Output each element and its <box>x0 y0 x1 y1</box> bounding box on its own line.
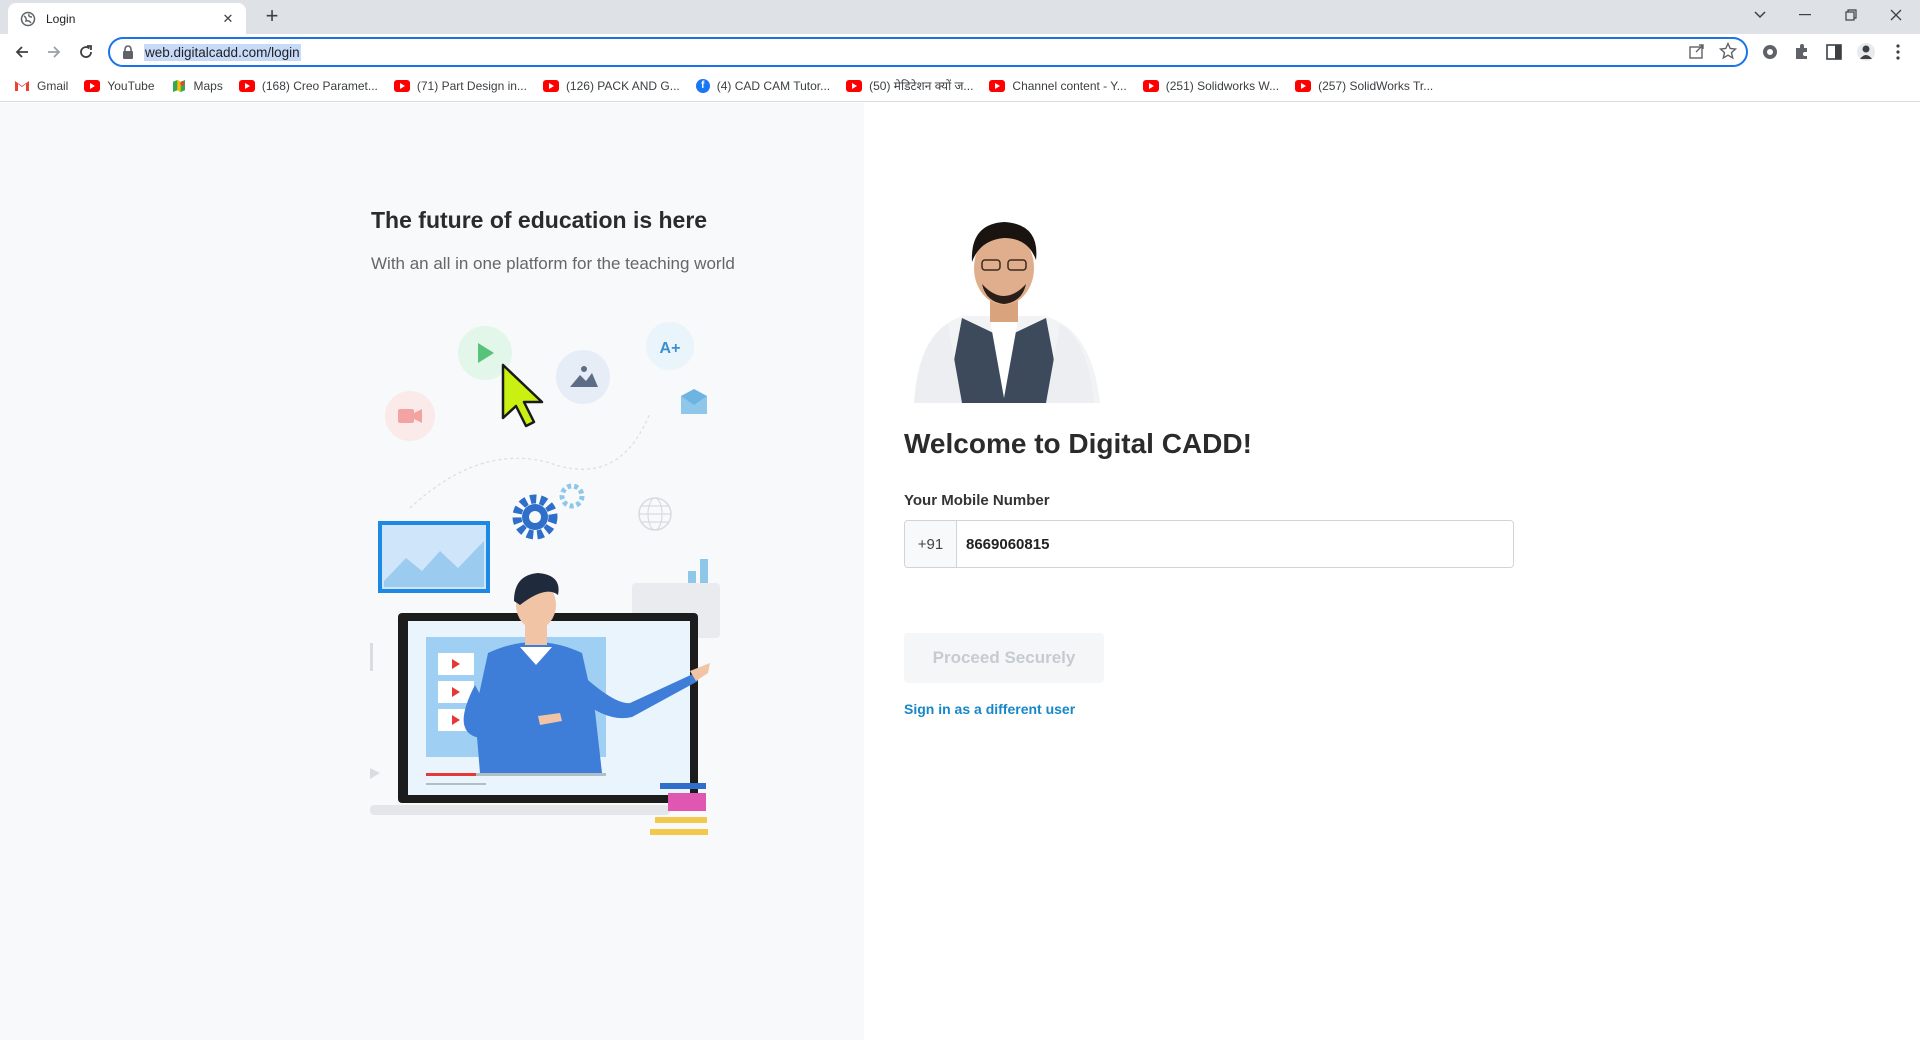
mobile-number-label: Your Mobile Number <box>904 492 1050 509</box>
youtube-icon <box>989 79 1006 92</box>
country-code: +91 <box>905 521 957 567</box>
profile-avatar-icon[interactable] <box>1856 42 1876 62</box>
url-text[interactable]: web.digitalcadd.com/login <box>144 43 301 61</box>
tab-title: Login <box>46 11 76 26</box>
minimize-icon[interactable] <box>1783 0 1827 30</box>
youtube-icon <box>1295 79 1312 92</box>
mouse-cursor-icon <box>501 363 544 428</box>
browser-tab[interactable]: Login ✕ <box>8 3 246 34</box>
gear-icon <box>512 483 585 540</box>
image-bubble-icon <box>556 350 610 404</box>
bookmark-channel-content[interactable]: Channel content - Y... <box>989 79 1127 93</box>
envelope-icon <box>681 389 707 414</box>
new-tab-button[interactable]: + <box>260 5 284 29</box>
hero-title: The future of education is here <box>371 207 708 233</box>
share-icon[interactable] <box>1688 42 1706 60</box>
bookmark-solidworks-tr[interactable]: (257) SolidWorks Tr... <box>1295 79 1433 93</box>
youtube-icon <box>846 79 863 92</box>
extensions-puzzle-icon[interactable] <box>1792 42 1812 62</box>
instructor-photo <box>904 208 1104 403</box>
mobile-number-input[interactable] <box>957 521 1513 567</box>
mobile-number-group: +91 <box>904 520 1514 568</box>
login-panel: Welcome to Digital CADD! Your Mobile Num… <box>864 103 1920 1040</box>
bookmark-gmail[interactable]: Gmail <box>14 79 68 93</box>
browser-toolbar: web.digitalcadd.com/login <box>0 34 1920 70</box>
browser-tab-strip: Login ✕ + <box>0 0 1920 34</box>
back-icon[interactable] <box>10 40 34 64</box>
gmail-icon <box>15 80 29 91</box>
education-illustration: A+ <box>370 322 720 835</box>
extension-shield-icon[interactable] <box>1760 42 1780 62</box>
browser-menu-icon[interactable] <box>1888 42 1908 62</box>
bookmark-star-icon[interactable] <box>1719 42 1737 60</box>
bookmarks-bar: Gmail YouTube Maps (168) Creo Paramet...… <box>0 70 1920 102</box>
bookmark-cad-cam[interactable]: f (4) CAD CAM Tutor... <box>695 78 830 93</box>
video-camera-icon <box>385 391 435 441</box>
youtube-icon <box>84 79 101 92</box>
youtube-icon <box>1142 79 1159 92</box>
bookmark-pack-and-go[interactable]: (126) PACK AND G... <box>542 79 680 93</box>
forward-icon[interactable] <box>42 40 66 64</box>
sign-in-different-user-link[interactable]: Sign in as a different user <box>904 701 1075 717</box>
facebook-icon: f <box>695 78 710 93</box>
globe-icon <box>20 11 36 26</box>
tab-search-icon[interactable] <box>1738 0 1782 30</box>
youtube-icon <box>393 79 410 92</box>
hero-subtitle: With an all in one platform for the teac… <box>371 254 735 273</box>
bookmark-part-design[interactable]: (71) Part Design in... <box>393 79 527 93</box>
youtube-icon <box>542 79 559 92</box>
welcome-heading: Welcome to Digital CADD! <box>904 428 1252 459</box>
globe-icon <box>638 497 672 531</box>
bookmark-maps[interactable]: Maps <box>171 79 223 93</box>
bookmark-creo[interactable]: (168) Creo Paramet... <box>238 79 378 93</box>
svg-text:A+: A+ <box>660 340 681 357</box>
address-bar[interactable]: web.digitalcadd.com/login <box>108 37 1748 67</box>
grade-badge-icon: A+ <box>646 322 694 370</box>
hero-panel: The future of education is here With an … <box>0 103 864 1040</box>
bookmark-meditation[interactable]: (50) मेडिटेशन क्यों ज... <box>846 77 973 94</box>
bookmark-solidworks-w[interactable]: (251) Solidworks W... <box>1142 79 1279 93</box>
maps-icon <box>172 79 185 92</box>
side-panel-icon[interactable] <box>1824 42 1844 62</box>
bookmark-youtube[interactable]: YouTube <box>84 79 155 93</box>
youtube-icon <box>238 79 255 92</box>
chart-card <box>378 521 490 593</box>
reload-icon[interactable] <box>74 40 98 64</box>
lock-icon[interactable] <box>122 45 134 59</box>
restore-icon[interactable] <box>1829 0 1873 30</box>
proceed-securely-button[interactable]: Proceed Securely <box>904 633 1104 683</box>
instructor-avatar-icon <box>904 208 1104 403</box>
tab-close-icon[interactable]: ✕ <box>220 11 236 27</box>
close-window-icon[interactable] <box>1874 0 1918 30</box>
